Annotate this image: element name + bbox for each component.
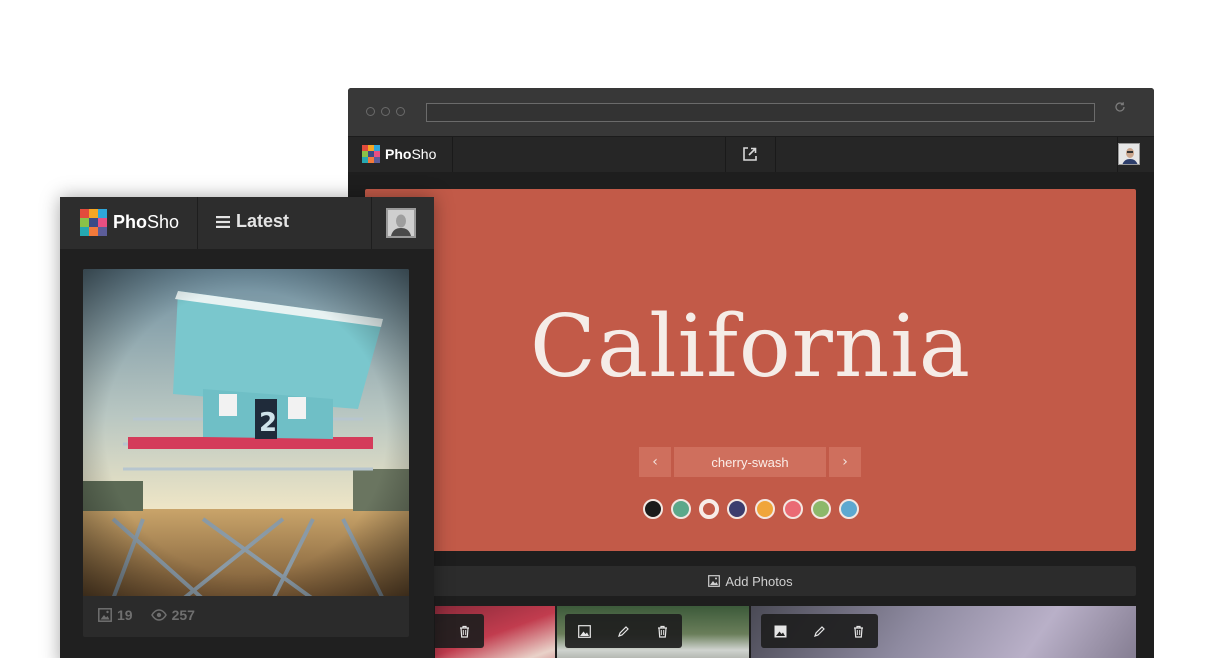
cover-hero: California ‹ cherry-swash › (365, 189, 1136, 551)
delete-photo-button[interactable] (643, 614, 682, 648)
eye-icon (150, 609, 167, 621)
app-navbar: PhoSho (348, 136, 1154, 173)
photo-count: 19 (117, 607, 133, 623)
set-cover-button[interactable] (565, 614, 604, 648)
nav-divider (725, 137, 726, 173)
trash-icon (854, 625, 863, 638)
close-window-button[interactable] (366, 107, 375, 116)
next-font-button[interactable]: › (829, 447, 861, 477)
delete-photo-button[interactable] (445, 614, 484, 648)
latest-menu-button[interactable]: Latest (216, 211, 289, 232)
view-count-stat: 257 (150, 607, 195, 623)
color-swatch[interactable] (783, 499, 803, 519)
add-photos-label: Add Photos (725, 573, 793, 589)
edit-caption-button[interactable] (800, 614, 839, 648)
pencil-icon (814, 625, 825, 637)
window-controls (366, 107, 405, 116)
photo-toolbar (761, 614, 878, 648)
user-avatar[interactable] (1118, 143, 1140, 165)
photo-card[interactable]: 2 19 257 (83, 269, 409, 637)
share-icon[interactable] (741, 145, 759, 163)
view-count: 257 (171, 607, 195, 623)
logo-grid-cell (98, 209, 107, 218)
previous-font-button[interactable]: ‹ (639, 447, 671, 477)
image-filled-icon (774, 625, 787, 637)
chevron-right-icon: › (842, 454, 848, 470)
mobile-app-window: PhoSho Latest 19 257 (60, 197, 434, 658)
chevron-left-icon: ‹ (652, 454, 658, 470)
set-cover-button[interactable] (761, 614, 800, 648)
nav-divider (452, 137, 453, 173)
logo-grid-cell (89, 218, 98, 227)
image-icon (578, 624, 591, 638)
cover-title[interactable]: California (365, 297, 1136, 397)
photo-tile[interactable] (557, 606, 749, 658)
browser-chrome (348, 88, 1154, 136)
reload-icon[interactable] (1114, 101, 1126, 117)
color-swatches (643, 499, 859, 519)
color-swatch[interactable] (699, 499, 719, 519)
color-swatch[interactable] (839, 499, 859, 519)
logo-grid-cell (80, 209, 89, 218)
nav-divider (197, 197, 198, 249)
color-swatch[interactable] (811, 499, 831, 519)
photo-stats: 19 257 (98, 607, 195, 623)
logo-grid-cell (80, 218, 89, 227)
brand-name: PhoSho (385, 146, 437, 162)
pencil-icon (618, 625, 629, 637)
lifeguard-tower-photo[interactable]: 2 (83, 269, 409, 596)
user-avatar[interactable] (386, 208, 416, 238)
delete-photo-button[interactable] (839, 614, 878, 648)
logo-grid-cell (89, 209, 98, 218)
trash-icon (460, 625, 469, 638)
logo-grid-icon (80, 209, 107, 236)
photo-grid (365, 606, 1136, 658)
font-name-label: cherry-swash (674, 447, 826, 477)
edit-caption-button[interactable] (604, 614, 643, 648)
photo-tile[interactable] (435, 606, 555, 658)
logo-grid-cell (89, 227, 98, 236)
logo-grid-cell (374, 157, 380, 163)
photo-count-stat: 19 (98, 607, 133, 623)
phosho-logo[interactable]: PhoSho (80, 209, 179, 236)
color-swatch[interactable] (755, 499, 775, 519)
photo-toolbar (435, 614, 484, 648)
menu-icon (216, 215, 230, 228)
desktop-browser-window: PhoSho California ‹ cherry-swash › Add P… (348, 88, 1154, 658)
trash-icon (658, 625, 667, 638)
nav-divider (371, 197, 372, 249)
maximize-window-button[interactable] (396, 107, 405, 116)
logo-grid-cell (98, 218, 107, 227)
nav-divider (775, 137, 776, 173)
logo-grid-cell (98, 227, 107, 236)
page: PhoSho California ‹ cherry-swash › Add P… (0, 0, 1213, 658)
color-swatch[interactable] (643, 499, 663, 519)
address-bar[interactable] (426, 103, 1095, 122)
brand-name: PhoSho (113, 212, 180, 232)
mobile-navbar: PhoSho Latest (60, 197, 434, 249)
image-icon (708, 575, 721, 587)
app-content: California ‹ cherry-swash › Add Photos (348, 172, 1154, 658)
phosho-logo[interactable]: PhoSho (362, 145, 436, 163)
set-cover-button[interactable] (435, 614, 445, 648)
minimize-window-button[interactable] (381, 107, 390, 116)
logo-grid-cell (80, 227, 89, 236)
photo-tile[interactable] (751, 606, 1136, 658)
image-icon (98, 608, 112, 622)
color-swatch[interactable] (727, 499, 747, 519)
font-picker: ‹ cherry-swash › (639, 447, 861, 477)
add-photos-button[interactable]: Add Photos (365, 566, 1136, 596)
photo-toolbar (565, 614, 682, 648)
logo-grid-icon (362, 145, 380, 163)
color-swatch[interactable] (671, 499, 691, 519)
latest-label: Latest (236, 211, 290, 231)
